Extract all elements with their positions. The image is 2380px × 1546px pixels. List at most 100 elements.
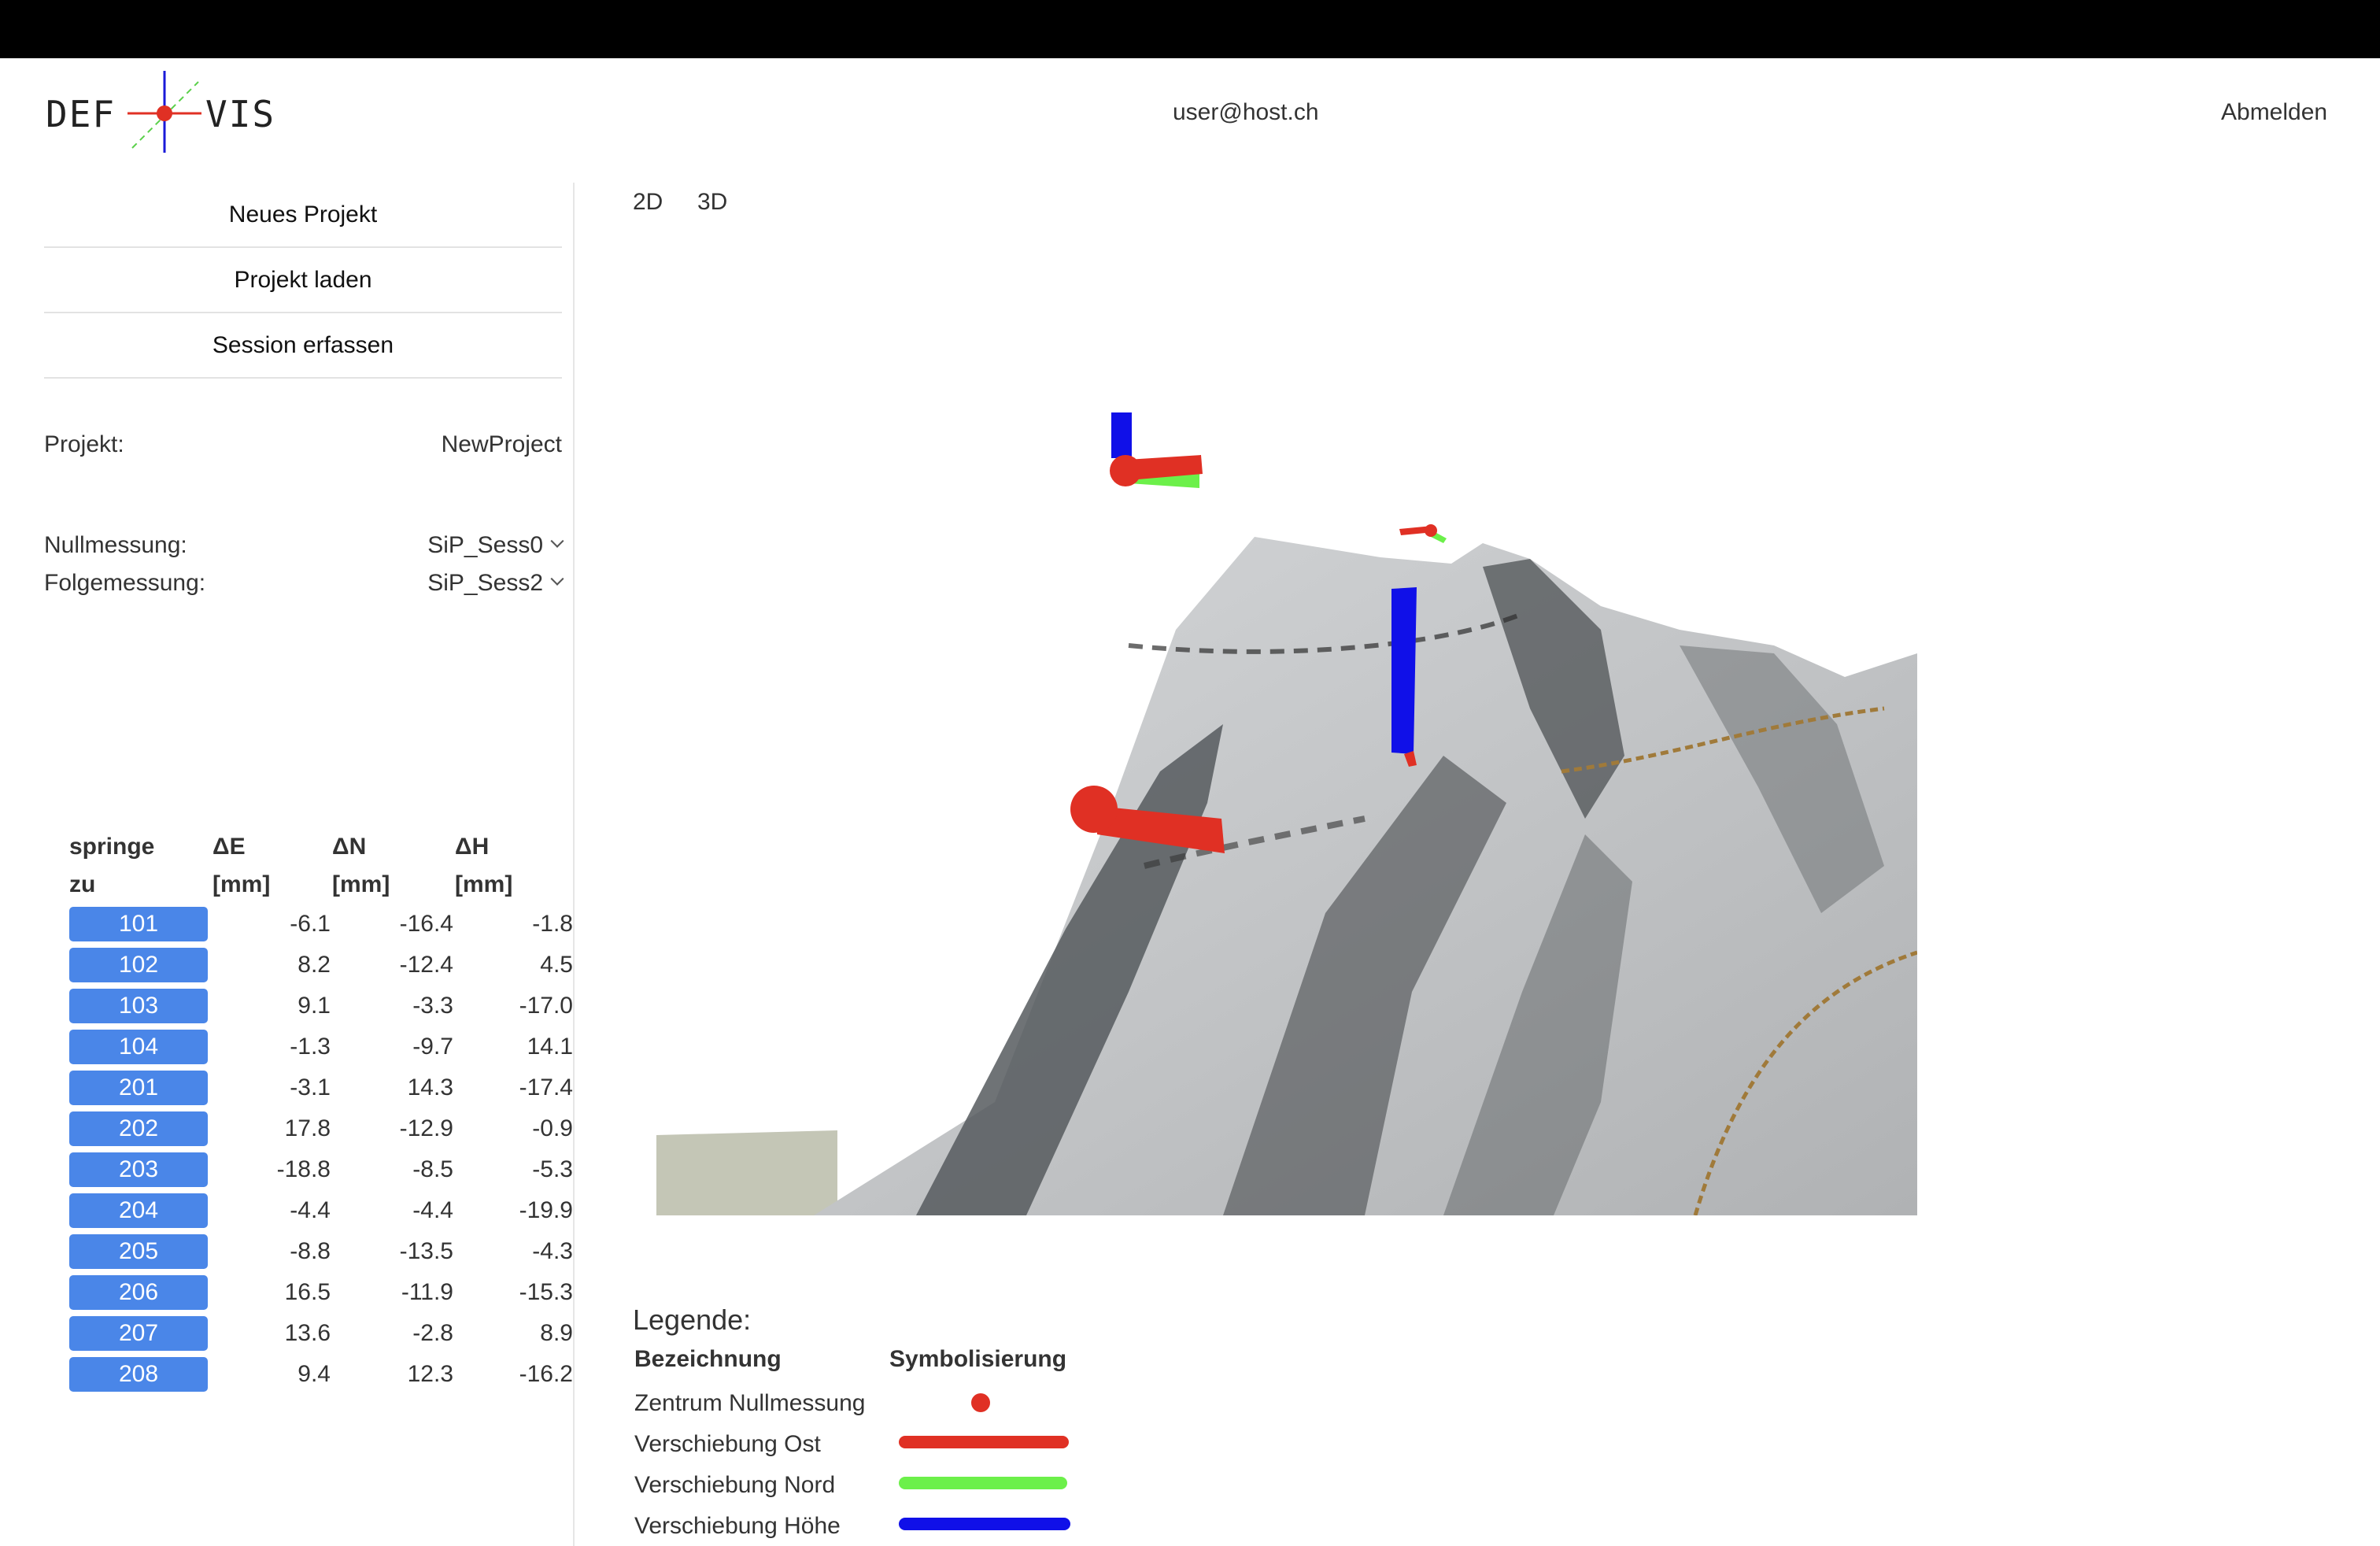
jump-to-point-button[interactable]: 202 <box>69 1111 208 1146</box>
jump-to-point-button[interactable]: 204 <box>69 1193 208 1228</box>
displacement-table: springe zu ΔE [mm] ΔN [mm] ΔH [mm] 101 -6… <box>69 828 573 1395</box>
sidebar-divider <box>573 183 575 1546</box>
col-header-dh: ΔH [mm] <box>453 828 573 904</box>
legend-line-height-symbol <box>899 1518 1070 1530</box>
col-header-jump-line2: zu <box>69 871 96 897</box>
delta-n-cell: 12.3 <box>407 1361 453 1387</box>
delta-e-cell: -3.1 <box>290 1074 331 1100</box>
displacement-glyph-1 <box>1110 412 1203 488</box>
delta-h-cell: 8.9 <box>540 1320 573 1346</box>
table-row: 205 -8.8 -13.5 -4.3 <box>69 1231 573 1272</box>
delta-n-cell: -13.5 <box>399 1238 453 1264</box>
project-label: Projekt: <box>44 431 124 457</box>
jump-to-point-button[interactable]: 101 <box>69 907 208 941</box>
table-row: 202 17.8 -12.9 -0.9 <box>69 1108 573 1149</box>
delta-e-cell: -4.4 <box>290 1197 331 1223</box>
table-row: 201 -3.1 14.3 -17.4 <box>69 1067 573 1108</box>
col-header-de: ΔE [mm] <box>211 828 331 904</box>
point-cell: 206 <box>69 1272 211 1313</box>
jump-to-point-button[interactable]: 103 <box>69 989 208 1023</box>
baseline-select-value: SiP_Sess0 <box>427 532 543 558</box>
table-row: 101 -6.1 -16.4 -1.8 <box>69 904 573 945</box>
table-row: 204 -4.4 -4.4 -19.9 <box>69 1190 573 1231</box>
col-header-dn-line2: [mm] <box>332 871 390 897</box>
followup-select-value: SiP_Sess2 <box>427 570 543 596</box>
point-cell: 202 <box>69 1108 211 1149</box>
delta-n-cell: -11.9 <box>401 1279 453 1305</box>
delta-e-cell: -6.1 <box>290 911 331 937</box>
window-title-bar <box>0 0 2380 58</box>
jump-to-point-button[interactable]: 201 <box>69 1071 208 1105</box>
col-header-de-line2: [mm] <box>213 871 271 897</box>
point-cell: 204 <box>69 1190 211 1231</box>
col-header-dh-line2: [mm] <box>455 871 513 897</box>
logo-text-left: DEF <box>46 93 116 135</box>
legend-line-east-symbol <box>899 1436 1069 1448</box>
followup-label: Folgemessung: <box>44 570 206 596</box>
load-project-button[interactable]: Projekt laden <box>44 248 562 313</box>
col-header-dh-line1: ΔH <box>455 834 490 860</box>
legend-item-east: Verschiebung Ost <box>634 1431 821 1457</box>
point-cell: 207 <box>69 1313 211 1354</box>
sidebar-menu: Neues Projekt Projekt laden Session erfa… <box>44 183 562 379</box>
delta-h-cell: -17.4 <box>519 1074 573 1100</box>
delta-e-cell: -1.3 <box>290 1034 331 1060</box>
table-row: 207 13.6 -2.8 8.9 <box>69 1313 573 1354</box>
point-cell: 104 <box>69 1026 211 1067</box>
point-cell: 103 <box>69 986 211 1026</box>
logout-link[interactable]: Abmelden <box>2221 99 2327 126</box>
legend-item-height: Verschiebung Höhe <box>634 1513 841 1539</box>
table-row: 103 9.1 -3.3 -17.0 <box>69 986 573 1026</box>
table-row: 206 16.5 -11.9 -15.3 <box>69 1272 573 1313</box>
delta-h-cell: -5.3 <box>532 1156 573 1182</box>
jump-to-point-button[interactable]: 206 <box>69 1275 208 1310</box>
capture-session-button[interactable]: Session erfassen <box>44 313 562 379</box>
jump-to-point-button[interactable]: 102 <box>69 948 208 982</box>
delta-n-cell: -16.4 <box>399 911 453 937</box>
jump-to-point-button[interactable]: 208 <box>69 1357 208 1392</box>
jump-to-point-button[interactable]: 104 <box>69 1030 208 1064</box>
table-row: 208 9.4 12.3 -16.2 <box>69 1354 573 1395</box>
table-row: 104 -1.3 -9.7 14.1 <box>69 1026 573 1067</box>
delta-e-cell: 13.6 <box>284 1320 331 1346</box>
legend-item-center: Zentrum Nullmessung <box>634 1390 866 1416</box>
col-header-jump-line1: springe <box>69 834 155 860</box>
delta-n-cell: -12.9 <box>399 1115 453 1141</box>
project-value: NewProject <box>441 431 562 457</box>
point-cell: 208 <box>69 1354 211 1395</box>
baseline-select[interactable]: SiP_Sess0 <box>427 532 564 559</box>
jump-to-point-button[interactable]: 207 <box>69 1316 208 1351</box>
baseline-label: Nullmessung: <box>44 532 187 558</box>
jump-to-point-button[interactable]: 205 <box>69 1234 208 1269</box>
delta-e-cell: -18.8 <box>276 1156 331 1182</box>
delta-n-cell: 14.3 <box>407 1074 453 1100</box>
col-header-de-line1: ΔE <box>213 834 246 860</box>
delta-n-cell: -3.3 <box>412 993 453 1019</box>
legend-col-symbol: Symbolisierung <box>889 1346 1067 1372</box>
delta-e-cell: 9.1 <box>298 993 331 1019</box>
delta-h-cell: 14.1 <box>527 1034 573 1060</box>
point-cell: 101 <box>69 904 211 945</box>
delta-n-cell: -9.7 <box>412 1034 453 1060</box>
delta-n-cell: -2.8 <box>412 1320 453 1346</box>
delta-h-cell: -16.2 <box>519 1361 573 1387</box>
col-header-dn: ΔN [mm] <box>331 828 453 904</box>
delta-h-cell: -15.3 <box>519 1279 573 1305</box>
table-row: 203 -18.8 -8.5 -5.3 <box>69 1149 573 1190</box>
delta-h-cell: -17.0 <box>519 993 573 1019</box>
delta-e-cell: 16.5 <box>284 1279 331 1305</box>
delta-h-cell: 4.5 <box>540 952 573 978</box>
chevron-down-icon <box>550 534 564 548</box>
point-cell: 201 <box>69 1067 211 1108</box>
followup-select[interactable]: SiP_Sess2 <box>427 570 564 597</box>
delta-h-cell: -4.3 <box>532 1238 573 1264</box>
logo-text-right: VIS <box>205 93 276 135</box>
delta-e-cell: 17.8 <box>284 1115 331 1141</box>
baseline-row: Nullmessung: SiP_Sess0 <box>44 532 564 559</box>
followup-row: Folgemessung: SiP_Sess2 <box>44 570 564 597</box>
new-project-button[interactable]: Neues Projekt <box>44 183 562 248</box>
terrain-3d-view[interactable] <box>656 315 1918 1216</box>
tab-3d[interactable]: 3D <box>697 189 727 216</box>
jump-to-point-button[interactable]: 203 <box>69 1152 208 1187</box>
tab-2d[interactable]: 2D <box>633 189 663 216</box>
